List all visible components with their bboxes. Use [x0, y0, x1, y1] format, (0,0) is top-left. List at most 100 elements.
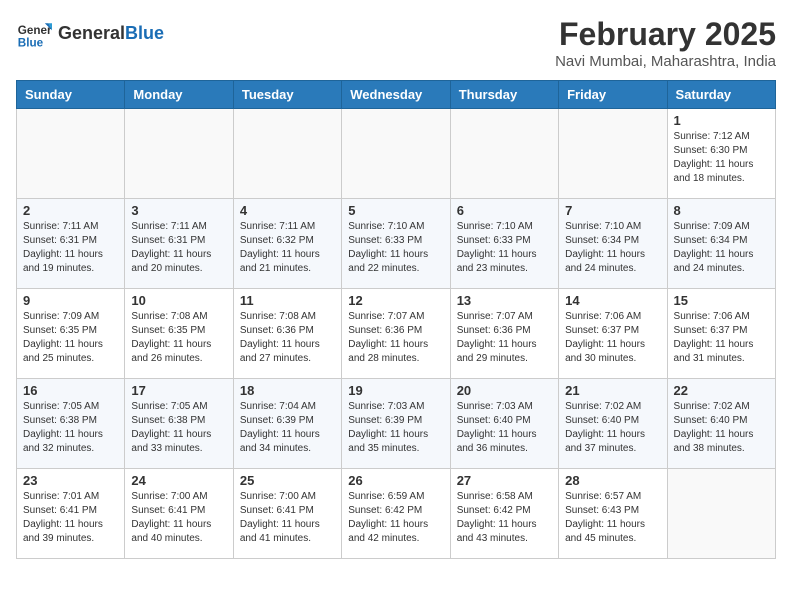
calendar-cell: 6 Sunrise: 7:10 AM Sunset: 6:33 PM Daylig…	[450, 199, 558, 289]
day-number: 18	[240, 383, 335, 398]
day-number: 27	[457, 473, 552, 488]
day-info: Sunrise: 7:06 AM Sunset: 6:37 PM Dayligh…	[565, 310, 660, 366]
day-info: Sunrise: 7:09 AM Sunset: 6:35 PM Dayligh…	[23, 310, 118, 366]
calendar-cell: 17 Sunrise: 7:05 AM Sunset: 6:38 PM Dayli…	[125, 379, 233, 469]
location: Navi Mumbai, Maharashtra, India	[555, 53, 776, 70]
calendar-cell: 20Sunrise: 7:03 AM Sunset: 6:40 PM Dayli…	[450, 379, 558, 469]
day-number: 20	[457, 383, 552, 398]
day-info: Sunrise: 7:10 AM Sunset: 6:33 PM Dayligh…	[457, 220, 552, 276]
day-info: Sunrise: 7:08 AM Sunset: 6:36 PM Dayligh…	[240, 310, 335, 366]
calendar-cell	[559, 109, 667, 199]
calendar-cell: 8 Sunrise: 7:09 AM Sunset: 6:34 PM Daylig…	[667, 199, 775, 289]
calendar-cell: 14 Sunrise: 7:06 AM Sunset: 6:37 PM Dayli…	[559, 289, 667, 379]
day-number: 15	[674, 293, 769, 308]
weekday-header-saturday: Saturday	[667, 81, 775, 109]
title-block: February 2025 Navi Mumbai, Maharashtra, …	[555, 16, 776, 70]
calendar-cell: 18 Sunrise: 7:04 AM Sunset: 6:39 PM Dayli…	[233, 379, 341, 469]
calendar-cell: 1Sunrise: 7:12 AM Sunset: 6:30 PM Daylig…	[667, 109, 775, 199]
day-info: Sunrise: 7:10 AM Sunset: 6:34 PM Dayligh…	[565, 220, 660, 276]
day-number: 4	[240, 203, 335, 218]
logo: General Blue GeneralBlue	[16, 16, 164, 52]
calendar-cell: 19Sunrise: 7:03 AM Sunset: 6:39 PM Dayli…	[342, 379, 450, 469]
day-number: 25	[240, 473, 335, 488]
calendar-cell	[450, 109, 558, 199]
day-number: 3	[131, 203, 226, 218]
day-info: Sunrise: 6:57 AM Sunset: 6:43 PM Dayligh…	[565, 490, 660, 546]
day-info: Sunrise: 7:07 AM Sunset: 6:36 PM Dayligh…	[457, 310, 552, 366]
calendar-cell: 9 Sunrise: 7:09 AM Sunset: 6:35 PM Daylig…	[17, 289, 125, 379]
day-info: Sunrise: 7:09 AM Sunset: 6:34 PM Dayligh…	[674, 220, 769, 276]
day-number: 26	[348, 473, 443, 488]
day-info: Sunrise: 7:02 AM Sunset: 6:40 PM Dayligh…	[674, 400, 769, 456]
day-info: Sunrise: 7:07 AM Sunset: 6:36 PM Dayligh…	[348, 310, 443, 366]
day-info: Sunrise: 7:01 AM Sunset: 6:41 PM Dayligh…	[23, 490, 118, 546]
calendar-cell: 26 Sunrise: 6:59 AM Sunset: 6:42 PM Dayli…	[342, 469, 450, 559]
day-number: 28	[565, 473, 660, 488]
calendar-cell: 11 Sunrise: 7:08 AM Sunset: 6:36 PM Dayli…	[233, 289, 341, 379]
day-info: Sunrise: 6:58 AM Sunset: 6:42 PM Dayligh…	[457, 490, 552, 546]
weekday-header-friday: Friday	[559, 81, 667, 109]
logo-general: GeneralBlue	[58, 24, 164, 44]
day-number: 21	[565, 383, 660, 398]
logo-icon: General Blue	[16, 16, 52, 52]
calendar-cell: 24 Sunrise: 7:00 AM Sunset: 6:41 PM Dayli…	[125, 469, 233, 559]
calendar-cell: 15 Sunrise: 7:06 AM Sunset: 6:37 PM Dayli…	[667, 289, 775, 379]
page-header: General Blue GeneralBlue February 2025 N…	[16, 16, 776, 70]
calendar-cell: 16 Sunrise: 7:05 AM Sunset: 6:38 PM Dayli…	[17, 379, 125, 469]
weekday-header-row: SundayMondayTuesdayWednesdayThursdayFrid…	[17, 81, 776, 109]
calendar-cell: 10 Sunrise: 7:08 AM Sunset: 6:35 PM Dayli…	[125, 289, 233, 379]
calendar-cell: 13 Sunrise: 7:07 AM Sunset: 6:36 PM Dayli…	[450, 289, 558, 379]
weekday-header-wednesday: Wednesday	[342, 81, 450, 109]
calendar-cell	[125, 109, 233, 199]
week-row-4: 16 Sunrise: 7:05 AM Sunset: 6:38 PM Dayli…	[17, 379, 776, 469]
day-info: Sunrise: 7:05 AM Sunset: 6:38 PM Dayligh…	[131, 400, 226, 456]
calendar-table: SundayMondayTuesdayWednesdayThursdayFrid…	[16, 80, 776, 559]
day-number: 14	[565, 293, 660, 308]
week-row-1: 1Sunrise: 7:12 AM Sunset: 6:30 PM Daylig…	[17, 109, 776, 199]
day-number: 17	[131, 383, 226, 398]
weekday-header-monday: Monday	[125, 81, 233, 109]
day-number: 7	[565, 203, 660, 218]
day-info: Sunrise: 7:08 AM Sunset: 6:35 PM Dayligh…	[131, 310, 226, 366]
day-number: 6	[457, 203, 552, 218]
day-number: 13	[457, 293, 552, 308]
day-number: 9	[23, 293, 118, 308]
day-info: Sunrise: 6:59 AM Sunset: 6:42 PM Dayligh…	[348, 490, 443, 546]
calendar-cell: 4Sunrise: 7:11 AM Sunset: 6:32 PM Daylig…	[233, 199, 341, 289]
day-number: 24	[131, 473, 226, 488]
day-info: Sunrise: 7:00 AM Sunset: 6:41 PM Dayligh…	[131, 490, 226, 546]
day-number: 10	[131, 293, 226, 308]
calendar-cell: 5 Sunrise: 7:10 AM Sunset: 6:33 PM Daylig…	[342, 199, 450, 289]
calendar-cell	[17, 109, 125, 199]
day-info: Sunrise: 7:10 AM Sunset: 6:33 PM Dayligh…	[348, 220, 443, 276]
day-number: 23	[23, 473, 118, 488]
day-info: Sunrise: 7:04 AM Sunset: 6:39 PM Dayligh…	[240, 400, 335, 456]
day-number: 8	[674, 203, 769, 218]
week-row-5: 23 Sunrise: 7:01 AM Sunset: 6:41 PM Dayli…	[17, 469, 776, 559]
day-number: 2	[23, 203, 118, 218]
calendar-cell: 28 Sunrise: 6:57 AM Sunset: 6:43 PM Dayli…	[559, 469, 667, 559]
day-number: 11	[240, 293, 335, 308]
calendar-cell: 27 Sunrise: 6:58 AM Sunset: 6:42 PM Dayli…	[450, 469, 558, 559]
week-row-3: 9 Sunrise: 7:09 AM Sunset: 6:35 PM Daylig…	[17, 289, 776, 379]
day-info: Sunrise: 7:05 AM Sunset: 6:38 PM Dayligh…	[23, 400, 118, 456]
day-info: Sunrise: 7:02 AM Sunset: 6:40 PM Dayligh…	[565, 400, 660, 456]
day-info: Sunrise: 7:11 AM Sunset: 6:31 PM Dayligh…	[131, 220, 226, 276]
calendar-cell	[233, 109, 341, 199]
calendar-cell: 23 Sunrise: 7:01 AM Sunset: 6:41 PM Dayli…	[17, 469, 125, 559]
day-number: 22	[674, 383, 769, 398]
day-number: 5	[348, 203, 443, 218]
calendar-cell: 2 Sunrise: 7:11 AM Sunset: 6:31 PM Daylig…	[17, 199, 125, 289]
day-info: Sunrise: 7:00 AM Sunset: 6:41 PM Dayligh…	[240, 490, 335, 546]
calendar-cell: 22 Sunrise: 7:02 AM Sunset: 6:40 PM Dayli…	[667, 379, 775, 469]
weekday-header-thursday: Thursday	[450, 81, 558, 109]
weekday-header-sunday: Sunday	[17, 81, 125, 109]
calendar-cell	[667, 469, 775, 559]
day-number: 1	[674, 113, 769, 128]
calendar-cell: 25 Sunrise: 7:00 AM Sunset: 6:41 PM Dayli…	[233, 469, 341, 559]
day-info: Sunrise: 7:06 AM Sunset: 6:37 PM Dayligh…	[674, 310, 769, 366]
day-info: Sunrise: 7:11 AM Sunset: 6:31 PM Dayligh…	[23, 220, 118, 276]
calendar-cell	[342, 109, 450, 199]
weekday-header-tuesday: Tuesday	[233, 81, 341, 109]
day-number: 16	[23, 383, 118, 398]
